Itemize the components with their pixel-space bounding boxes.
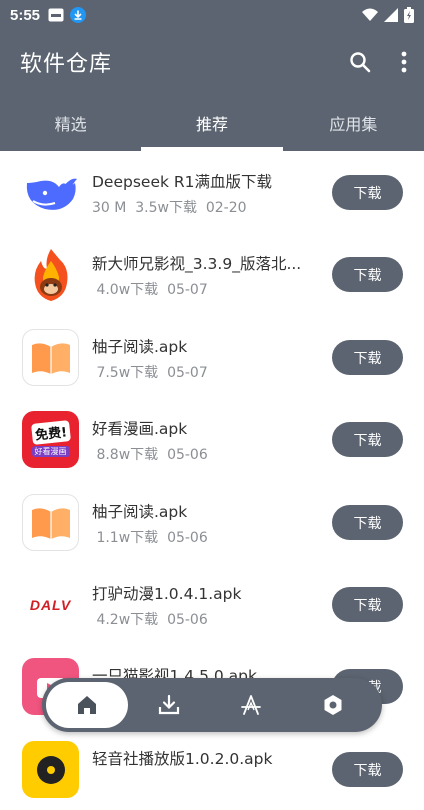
deepseek-whale-icon bbox=[22, 164, 79, 221]
battery-icon bbox=[404, 7, 414, 23]
app-name: 轻音社播放版1.0.2.0.apk bbox=[92, 750, 273, 768]
app-meta: 4.2w下载 05-06 bbox=[92, 612, 208, 628]
nav-app-store-button[interactable] bbox=[210, 682, 292, 728]
wifi-icon bbox=[362, 8, 378, 21]
app-name: 新大师兄影视_3.3.9_版落北... bbox=[92, 255, 302, 273]
download-notification-icon bbox=[70, 7, 87, 23]
nav-settings-button[interactable] bbox=[292, 682, 374, 728]
open-book-icon bbox=[22, 329, 79, 386]
dalv-logo-text: DALV bbox=[29, 596, 72, 613]
free-comic-icon-text: 免费! bbox=[30, 420, 71, 445]
app-name: 柚子阅读.apk bbox=[92, 503, 188, 521]
nav-downloads-button[interactable] bbox=[128, 682, 210, 728]
notification-app-icon bbox=[48, 8, 64, 22]
download-button[interactable]: 下载 bbox=[332, 175, 403, 210]
list-item[interactable]: Deepseek R1满血版下载 30 M 3.5w下载 02-20 下载 bbox=[0, 151, 424, 233]
tab-featured[interactable]: 精选 bbox=[0, 94, 141, 151]
status-system-icons bbox=[362, 7, 414, 23]
app-meta: 1.1w下载 05-06 bbox=[92, 530, 208, 546]
search-button[interactable] bbox=[336, 38, 384, 86]
app-meta: 8.8w下载 05-06 bbox=[92, 447, 208, 463]
tab-featured-label: 精选 bbox=[54, 114, 87, 134]
app-meta: 30 M 3.5w下载 02-20 bbox=[92, 200, 247, 216]
download-icon bbox=[158, 694, 180, 715]
app-store-icon bbox=[241, 695, 261, 715]
app-name: 打驴动漫1.0.4.1.apk bbox=[92, 585, 242, 603]
list-item[interactable]: 柚子阅读.apk 7.5w下载 05-07 下载 bbox=[0, 316, 424, 398]
signal-icon bbox=[384, 8, 398, 22]
flame-monkey-icon bbox=[22, 246, 79, 303]
download-button[interactable]: 下载 bbox=[332, 422, 403, 457]
download-button[interactable]: 下载 bbox=[332, 587, 403, 622]
app-meta: 7.5w下载 05-07 bbox=[92, 365, 208, 381]
dalv-logo-icon: DALV bbox=[22, 576, 79, 633]
status-notification-icons bbox=[48, 7, 87, 23]
more-options-button[interactable] bbox=[384, 38, 424, 86]
app-bar: 软件仓库 bbox=[0, 30, 424, 94]
download-button[interactable]: 下载 bbox=[332, 752, 403, 787]
bottom-nav bbox=[42, 678, 382, 732]
app-name: Deepseek R1满血版下载 bbox=[92, 173, 273, 191]
app-name: 柚子阅读.apk bbox=[92, 338, 188, 356]
status-time: 5:55 bbox=[10, 6, 41, 24]
download-button[interactable]: 下载 bbox=[332, 340, 403, 375]
tab-recommended[interactable]: 推荐 bbox=[141, 94, 283, 151]
list-item[interactable]: 轻音社播放版1.0.2.0.apk 下载 bbox=[0, 728, 424, 810]
list-item[interactable]: 免费! 好看漫画 好看漫画.apk 8.8w下载 05-06 下载 bbox=[0, 398, 424, 480]
free-comic-icon-subtext: 好看漫画 bbox=[31, 446, 70, 457]
list-item[interactable]: 新大师兄影视_3.3.9_版落北... 4.0w下载 05-07 下载 bbox=[0, 233, 424, 315]
settings-icon bbox=[324, 695, 342, 715]
app-meta: 4.0w下载 05-07 bbox=[92, 282, 208, 298]
free-comic-icon: 免费! 好看漫画 bbox=[22, 411, 79, 468]
list-item[interactable]: DALV 打驴动漫1.0.4.1.apk 4.2w下载 05-06 下载 bbox=[0, 563, 424, 645]
list-item[interactable]: 柚子阅读.apk 1.1w下载 05-06 下载 bbox=[0, 481, 424, 563]
nav-home-button[interactable] bbox=[46, 682, 128, 728]
tab-app-collections-label: 应用集 bbox=[329, 114, 378, 134]
download-button[interactable]: 下载 bbox=[332, 505, 403, 540]
tab-app-collections[interactable]: 应用集 bbox=[283, 94, 424, 151]
page-title: 软件仓库 bbox=[20, 52, 113, 77]
tab-bar: 精选 推荐 应用集 bbox=[0, 94, 424, 151]
tab-recommended-label: 推荐 bbox=[195, 114, 228, 134]
home-icon bbox=[78, 696, 96, 714]
music-app-icon bbox=[22, 741, 79, 798]
search-icon bbox=[350, 52, 371, 73]
open-book-icon bbox=[22, 494, 79, 551]
status-bar: 5:55 bbox=[0, 0, 424, 30]
more-vertical-icon bbox=[401, 51, 407, 73]
download-button[interactable]: 下载 bbox=[332, 257, 403, 292]
app-name: 好看漫画.apk bbox=[92, 420, 188, 438]
